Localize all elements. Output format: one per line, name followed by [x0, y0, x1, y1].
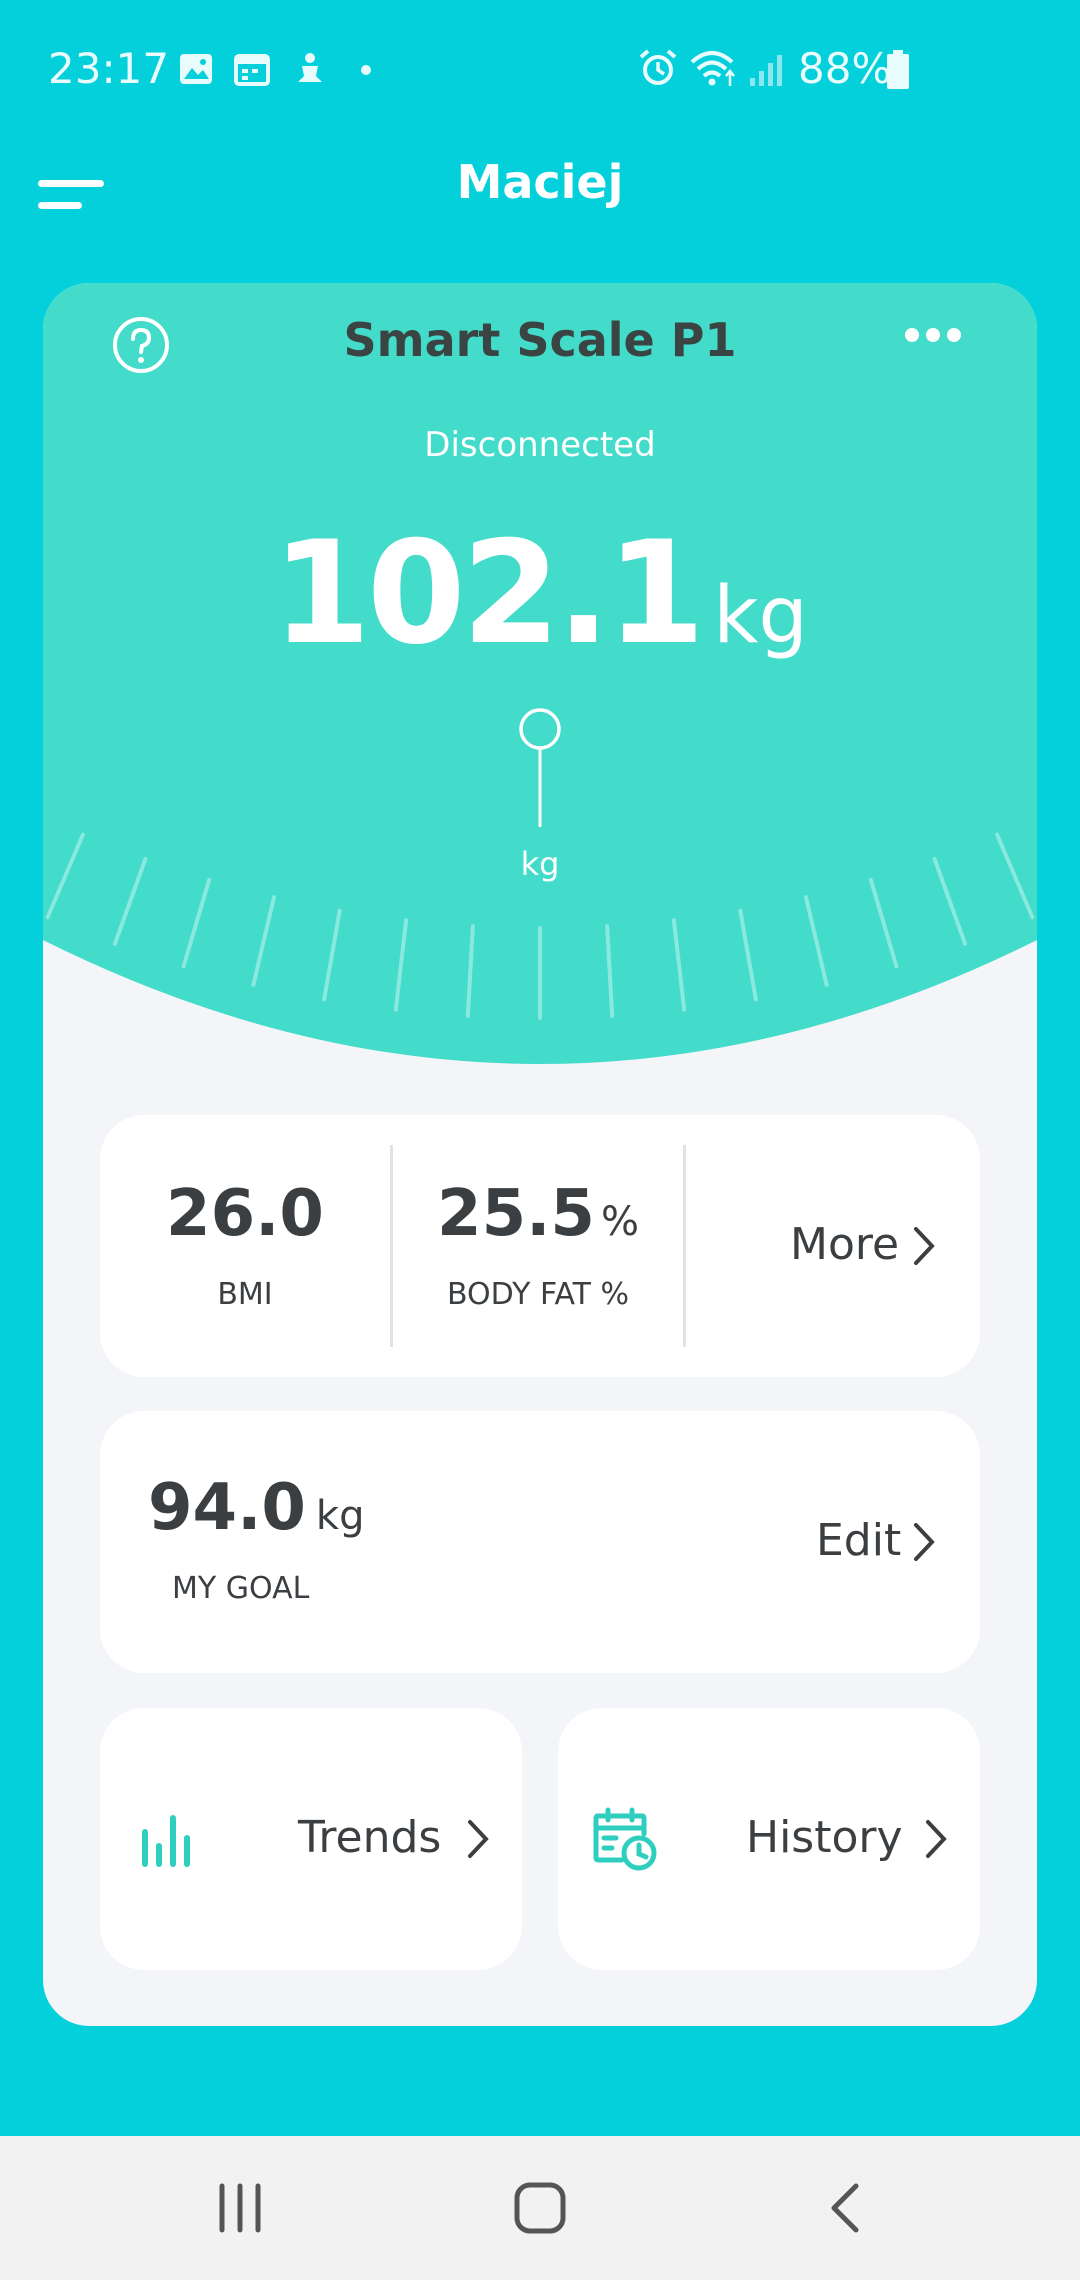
battery-icon [887, 50, 909, 89]
bodyfat-value: 25.5% [437, 1177, 639, 1251]
alarm-icon [639, 49, 677, 85]
dial-pointer-knob [519, 708, 561, 750]
weight-dial [43, 708, 1037, 1183]
body-stats-card: 26.0 BMI 25.5% BODY FAT % More [100, 1115, 980, 1377]
dial-tick [322, 908, 342, 1002]
status-time: 23:17 [48, 44, 170, 93]
weight-reading: 102.1 kg [43, 511, 1037, 676]
dial-tick [251, 895, 276, 987]
dial-tick [738, 908, 758, 1002]
goal-card: 94.0 kg MY GOAL Edit [100, 1411, 980, 1673]
history-calendar-icon [593, 1807, 657, 1871]
scale-card: Smart Scale P1 Disconnected 102.1 kg kg 2… [43, 283, 1037, 2026]
home-icon[interactable] [512, 2180, 568, 2236]
bmi-label: BMI [217, 1277, 273, 1312]
history-button[interactable]: History [558, 1708, 980, 1970]
edit-label: Edit [816, 1515, 902, 1566]
chevron-right-icon [468, 1820, 489, 1858]
connection-status: Disconnected [424, 425, 656, 465]
dial-tick [393, 918, 409, 1012]
dial-tick [804, 895, 829, 987]
chevron-right-icon [926, 1820, 947, 1858]
page-title: Maciej [456, 155, 624, 209]
edit-goal-button[interactable]: Edit [686, 1411, 980, 1673]
more-options-icon[interactable] [903, 323, 963, 347]
dial-tick [671, 918, 687, 1012]
goal-value: 94.0 kg [148, 1471, 365, 1545]
back-icon[interactable] [818, 2180, 874, 2236]
goal-label: MY GOAL [172, 1571, 310, 1606]
device-name: Smart Scale P1 [343, 313, 737, 367]
dial-unit-label: kg [520, 845, 560, 883]
status-bar: 23:17 88% [0, 0, 1080, 150]
gallery-icon [180, 54, 212, 84]
calendar-icon [234, 54, 270, 86]
trends-label: Trends [298, 1812, 442, 1863]
system-nav-bar [0, 2136, 1080, 2280]
more-button[interactable]: More [686, 1115, 980, 1377]
wifi-icon [690, 51, 735, 86]
chevron-right-icon [914, 1227, 935, 1265]
signal-icon [750, 55, 782, 86]
more-label: More [790, 1219, 900, 1270]
recent-apps-icon[interactable] [212, 2180, 268, 2236]
dial-tick [605, 924, 615, 1018]
trends-chart-icon [142, 1815, 190, 1867]
meditation-icon [298, 53, 322, 82]
chevron-right-icon [914, 1523, 935, 1561]
weight-value: 102.1 [272, 511, 705, 676]
trends-button[interactable]: Trends [100, 1708, 522, 1970]
dial-tick [181, 878, 212, 969]
dial-tick [868, 878, 899, 969]
history-label: History [746, 1812, 903, 1863]
battery-percent: 88% [798, 44, 892, 93]
weight-unit: kg [713, 571, 808, 661]
bmi-value: 26.0 [166, 1177, 324, 1251]
dial-tick [465, 924, 475, 1018]
bodyfat-label: BODY FAT % [446, 1277, 630, 1312]
dot-icon [361, 65, 371, 75]
